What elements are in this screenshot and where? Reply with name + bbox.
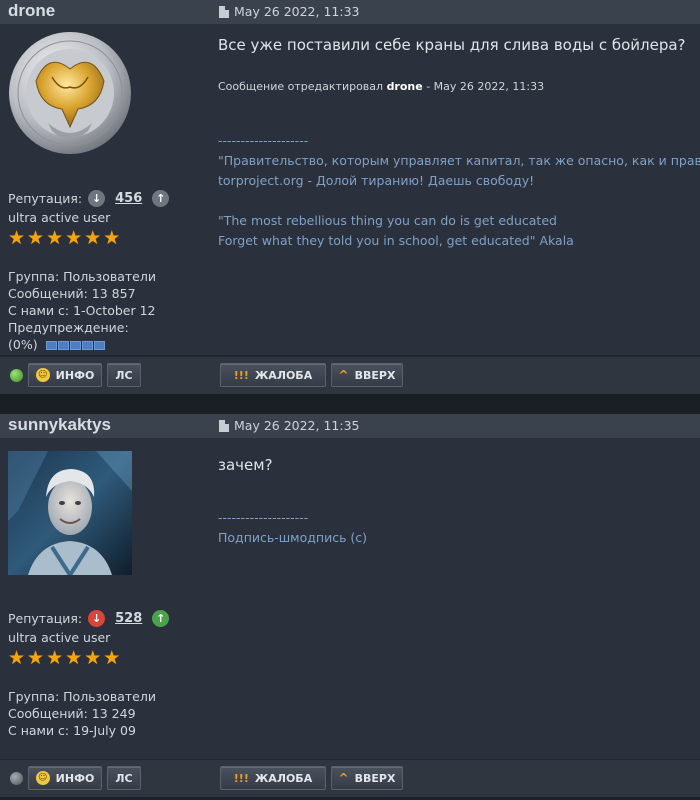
star-icon: ★ [27, 227, 45, 249]
star-icon: ★ [65, 647, 83, 669]
post: drone May 26 2022, 11:33 Репутация: ↓ 45… [0, 0, 700, 355]
avatar[interactable] [8, 451, 132, 575]
rank-stars: ★ ★ ★ ★ ★ ★ [8, 229, 175, 248]
top-button[interactable]: ^ ВВЕРХ [331, 766, 403, 790]
arrow-up-icon: ^ [338, 368, 349, 382]
signature: -------------------- "Правительство, кот… [218, 131, 700, 251]
post-link-icon[interactable] [219, 419, 229, 432]
post-header: sunnykaktys May 26 2022, 11:35 [0, 414, 700, 438]
rep-up-icon[interactable]: ↑ [152, 190, 170, 207]
rank-stars: ★ ★ ★ ★ ★ ★ [8, 649, 175, 668]
info-button[interactable]: ☺ ИНФО [28, 363, 102, 387]
star-icon: ★ [8, 647, 26, 669]
post-date: May 26 2022, 11:33 [219, 4, 359, 19]
star-icon: ★ [103, 647, 121, 669]
rep-down-icon[interactable]: ↓ [88, 190, 106, 207]
report-button[interactable]: !!! ЖАЛОБА [220, 766, 326, 790]
online-status-icon [10, 369, 23, 382]
user-group: Группа: Пользователи [8, 269, 156, 284]
post-separator [0, 394, 700, 414]
star-icon: ★ [65, 227, 83, 249]
star-icon: ★ [84, 227, 102, 249]
pm-button[interactable]: ЛС [107, 363, 141, 387]
post-message: Все уже поставили себе краны для слива в… [218, 36, 686, 54]
signature-link[interactable]: torproject.org - Долой тиранию! Даешь св… [218, 171, 700, 191]
user-info: Репутация: ↓ 456 ↑ ultra active user ★ ★… [8, 190, 175, 353]
avatar[interactable] [8, 31, 132, 155]
reputation-value[interactable]: 456 [115, 190, 142, 207]
report-button[interactable]: !!! ЖАЛОБА [220, 363, 326, 387]
signature-line [218, 191, 700, 211]
post-date: May 26 2022, 11:35 [219, 418, 359, 433]
info-button[interactable]: ☺ ИНФО [28, 766, 102, 790]
reputation-label: Репутация: [8, 611, 83, 626]
star-icon: ★ [46, 227, 64, 249]
post: sunnykaktys May 26 2022, 11:35 Репутация… [0, 414, 700, 759]
star-icon: ★ [46, 647, 64, 669]
reputation-label: Репутация: [8, 191, 83, 206]
warning-label: Предупреждение: [8, 320, 129, 335]
warning-icon: !!! [233, 771, 249, 785]
star-icon: ★ [8, 227, 26, 249]
reputation-value[interactable]: 528 [115, 610, 142, 627]
post-body: зачем? -------------------- Подпись-шмод… [218, 456, 700, 548]
user-group: Группа: Пользователи [8, 689, 156, 704]
signature: -------------------- Подпись-шмодпись (с… [218, 508, 700, 548]
star-icon: ★ [103, 227, 121, 249]
warning-level: (0%) [8, 336, 175, 353]
signature-line: Подпись-шмодпись (с) [218, 530, 368, 545]
post-link-icon[interactable] [219, 5, 229, 18]
post-author[interactable]: sunnykaktys [8, 415, 111, 435]
star-icon: ★ [84, 647, 102, 669]
signature-line: "The most rebellious thing you can do is… [218, 213, 557, 228]
post-header: drone May 26 2022, 11:33 [0, 0, 700, 24]
signature-line: Forget what they told you in school, get… [218, 233, 574, 248]
signature-line: "Правительство, которым управляет капита… [218, 153, 700, 168]
user-since: С нами с: 1-October 12 [8, 303, 156, 318]
post-actions: ☺ ИНФО ЛС !!! ЖАЛОБА ^ ВВЕРХ [0, 356, 700, 394]
post-date-text: May 26 2022, 11:33 [234, 4, 360, 19]
user-rank: ultra active user [8, 630, 111, 645]
post-author[interactable]: drone [8, 1, 55, 21]
reputation: Репутация: ↓ 528 ↑ [8, 610, 175, 627]
face-icon: ☺ [35, 368, 50, 382]
user-since: С нами с: 19-July 09 [8, 723, 136, 738]
top-button[interactable]: ^ ВВЕРХ [331, 363, 403, 387]
offline-status-icon [10, 772, 23, 785]
pm-button[interactable]: ЛС [107, 766, 141, 790]
post-message: зачем? [218, 456, 273, 474]
face-icon: ☺ [35, 771, 50, 785]
rep-up-icon[interactable]: ↑ [152, 610, 170, 627]
rep-down-icon[interactable]: ↓ [88, 610, 106, 627]
user-messages: Сообщений: 13 857 [8, 286, 136, 301]
user-info: Репутация: ↓ 528 ↑ ultra active user ★ ★… [8, 610, 175, 739]
arrow-up-icon: ^ [338, 771, 349, 785]
user-messages: Сообщений: 13 249 [8, 706, 136, 721]
reputation: Репутация: ↓ 456 ↑ [8, 190, 175, 207]
edit-author: drone [386, 80, 423, 93]
post-body: Все уже поставили себе краны для слива в… [218, 36, 700, 251]
warning-value[interactable]: (0%) [8, 337, 38, 352]
post-actions: ☺ ИНФО ЛС !!! ЖАЛОБА ^ ВВЕРХ [0, 759, 700, 797]
signature-line: -------------------- [218, 133, 309, 148]
post-date-text: May 26 2022, 11:35 [234, 418, 360, 433]
signature-line: -------------------- [218, 510, 309, 525]
user-rank: ultra active user [8, 210, 111, 225]
warning-bar [45, 341, 105, 350]
warning-icon: !!! [233, 368, 249, 382]
star-icon: ★ [27, 647, 45, 669]
edit-note: Сообщение отредактировал drone - May 26 … [218, 80, 545, 93]
